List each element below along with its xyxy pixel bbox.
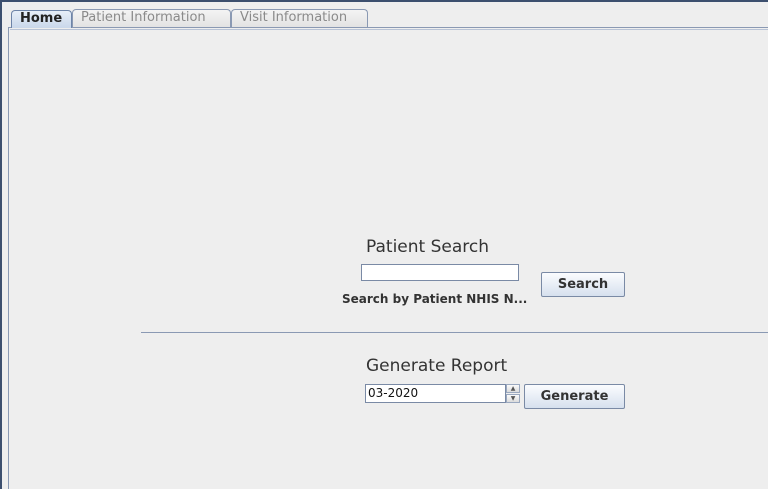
search-button[interactable]: Search	[541, 272, 625, 297]
tab-patient-information[interactable]: Patient Information	[72, 9, 231, 27]
generate-button[interactable]: Generate	[524, 384, 625, 409]
window-left-border	[0, 0, 2, 489]
report-date-field[interactable]: 03-2020	[365, 384, 506, 403]
spinner-up-arrow-icon[interactable]: ▲	[506, 384, 520, 393]
patient-search-input[interactable]	[361, 264, 519, 281]
section-divider	[141, 332, 768, 333]
window-top-border	[0, 0, 768, 2]
tab-visit-information[interactable]: Visit Information	[231, 9, 368, 27]
spinner-down-arrow-icon[interactable]: ▼	[506, 394, 520, 403]
tab-home[interactable]: Home	[11, 10, 72, 28]
patient-search-hint: Search by Patient NHIS N...	[342, 292, 528, 306]
report-date-spinner[interactable]: 03-2020 ▲ ▼	[365, 384, 520, 403]
patient-search-heading: Patient Search	[366, 237, 490, 257]
generate-report-heading: Generate Report	[366, 356, 508, 376]
main-window: Home Patient Information Visit Informati…	[0, 0, 768, 489]
home-tab-panel	[8, 27, 768, 489]
